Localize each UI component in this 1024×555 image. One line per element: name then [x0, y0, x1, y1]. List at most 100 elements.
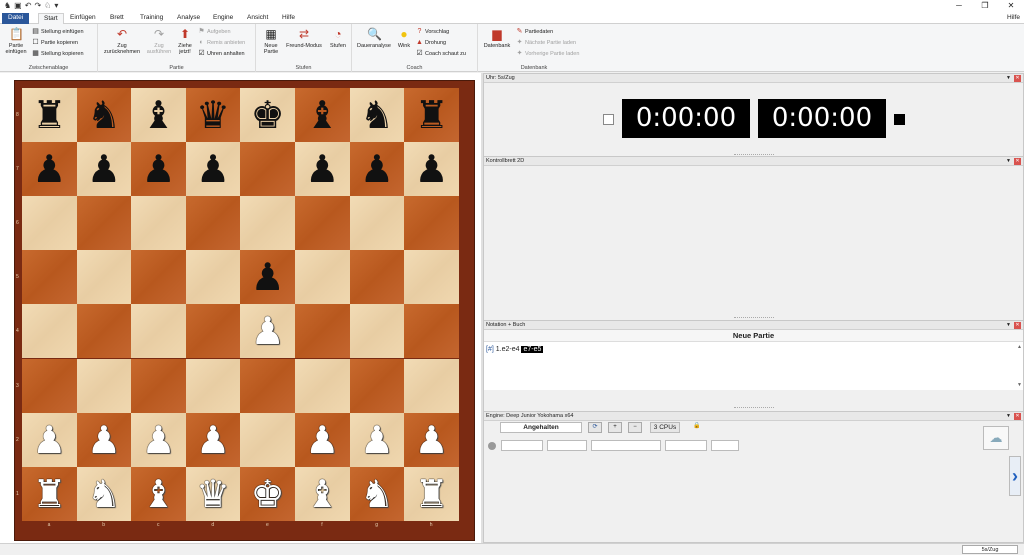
square-g6[interactable] [349, 196, 405, 251]
square-d3[interactable] [185, 358, 241, 413]
scroll-up-icon[interactable]: ▲ [1017, 344, 1022, 350]
undo-icon[interactable]: ↶ [25, 1, 32, 11]
black-pawn-icon[interactable]: ♟ [295, 142, 350, 196]
square-b6[interactable] [76, 196, 132, 251]
load-prev-game-button[interactable]: ✦ Vorherige Partie laden [516, 50, 580, 58]
expand-arrow-icon[interactable]: › [1009, 456, 1021, 496]
square-g5[interactable] [349, 250, 405, 305]
stop-clocks-checkbox[interactable]: ☑ Uhren anhalten [198, 50, 244, 58]
square-c6[interactable] [131, 196, 186, 251]
close-icon[interactable]: ✕ [998, 0, 1024, 12]
square-g3[interactable] [349, 358, 405, 413]
black-king-icon[interactable]: ♚ [240, 88, 295, 142]
black-knight-icon[interactable]: ♞ [350, 88, 405, 142]
black-rook-icon[interactable]: ♜ [22, 88, 77, 142]
black-pawn-icon[interactable]: ♟ [22, 142, 77, 196]
white-pawn-icon[interactable]: ♟ [350, 413, 405, 467]
resign-button[interactable]: ⚑ Aufgeben [198, 28, 230, 36]
tab-help[interactable]: Hilfe [282, 13, 295, 24]
offer-draw-button[interactable]: ◐ Remis anbieten [198, 39, 245, 47]
engine-start-icon[interactable]: ⟳ [588, 422, 602, 433]
square-b4[interactable] [76, 304, 132, 359]
paste-game-button[interactable]: 📋 Partie einfügen [3, 27, 29, 55]
square-c5[interactable] [131, 250, 186, 305]
square-c4[interactable] [131, 304, 186, 359]
square-d5[interactable] [185, 250, 241, 305]
pane-menu-icon[interactable]: ▼ [1006, 158, 1011, 165]
tab-insert[interactable]: Einfügen [70, 13, 96, 24]
white-pawn-icon[interactable]: ♟ [186, 413, 241, 467]
square-f6[interactable] [295, 196, 350, 251]
white-rook-icon[interactable]: ♜ [404, 467, 459, 521]
square-c3[interactable] [131, 358, 186, 413]
white-bishop-icon[interactable]: ♝ [131, 467, 186, 521]
resize-grip[interactable] [734, 407, 774, 409]
database-button[interactable]: ▆ Datenbank [480, 27, 514, 49]
pane-close-icon[interactable]: ✕ [1014, 413, 1021, 420]
black-pawn-icon[interactable]: ♟ [131, 142, 186, 196]
square-d6[interactable] [185, 196, 241, 251]
tab-start[interactable]: Start [38, 13, 64, 24]
square-e6[interactable] [240, 196, 295, 251]
square-b5[interactable] [76, 250, 132, 305]
move-now-button[interactable]: ⬆ Ziehe jetzt! [174, 27, 196, 55]
zoom-out-icon[interactable]: − [628, 422, 642, 433]
square-f3[interactable] [295, 358, 350, 413]
square-a4[interactable] [22, 304, 77, 359]
square-f4[interactable] [295, 304, 350, 359]
black-pawn-icon[interactable]: ♟ [350, 142, 405, 196]
chess-icon[interactable]: ♘ [44, 1, 51, 11]
hint-button[interactable]: ● Wink [395, 27, 413, 49]
dropdown-icon[interactable]: ▾ [54, 1, 58, 11]
tab-board[interactable]: Brett [110, 13, 124, 24]
tab-training[interactable]: Training [140, 13, 163, 24]
coach-watches-checkbox[interactable]: ☑ Coach schaut zu [416, 50, 466, 58]
black-pawn-icon[interactable]: ♟ [240, 250, 295, 304]
move-e4[interactable]: 1.e2-e4 [496, 346, 520, 353]
replay-button[interactable]: ↷ Zug ausführen [144, 27, 174, 55]
tab-analysis[interactable]: Analyse [177, 13, 200, 24]
book-marker[interactable]: [#] [486, 346, 494, 353]
white-pawn-icon[interactable]: ♟ [404, 413, 459, 467]
copy-game-button[interactable]: ☐ Partie kopieren [32, 39, 78, 47]
white-knight-icon[interactable]: ♞ [77, 467, 132, 521]
threat-button[interactable]: ▲ Drohung [416, 39, 446, 47]
white-pawn-icon[interactable]: ♟ [295, 413, 350, 467]
minimize-icon[interactable]: ─ [946, 0, 972, 12]
white-pawn-icon[interactable]: ♟ [240, 304, 295, 358]
game-data-button[interactable]: ✎ Partiedaten [516, 28, 554, 36]
lock-icon[interactable]: 🔒 [690, 422, 704, 433]
white-rook-icon[interactable]: ♜ [22, 467, 77, 521]
load-next-game-button[interactable]: ✦ Nächste Partie laden [516, 39, 577, 47]
redo-icon[interactable]: ↷ [34, 1, 41, 11]
black-pawn-icon[interactable]: ♟ [186, 142, 241, 196]
new-game-button[interactable]: ▦ Neue Partie [258, 27, 284, 55]
pane-menu-icon[interactable]: ▼ [1006, 75, 1011, 82]
move-e5-current[interactable]: e7-e5 [521, 346, 544, 353]
square-f5[interactable] [295, 250, 350, 305]
tab-view[interactable]: Ansicht [247, 13, 268, 24]
pane-menu-icon[interactable]: ▼ [1006, 322, 1011, 329]
square-e2[interactable] [240, 412, 295, 467]
black-pawn-icon[interactable]: ♟ [404, 142, 459, 196]
help-link[interactable]: Hilfe [1007, 13, 1020, 23]
square-a3[interactable] [22, 358, 77, 413]
levels-button[interactable]: ◔ Stufen [326, 27, 350, 49]
square-g4[interactable] [349, 304, 405, 359]
friend-mode-button[interactable]: ⇄ Freund-Modus [284, 27, 324, 49]
square-a6[interactable] [22, 196, 77, 251]
square-b3[interactable] [76, 358, 132, 413]
white-knight-icon[interactable]: ♞ [350, 467, 405, 521]
square-h6[interactable] [404, 196, 459, 251]
black-knight-icon[interactable]: ♞ [77, 88, 132, 142]
square-d4[interactable] [185, 304, 241, 359]
pane-close-icon[interactable]: ✕ [1014, 322, 1021, 329]
white-bishop-icon[interactable]: ♝ [295, 467, 350, 521]
resize-grip[interactable] [734, 317, 774, 319]
zoom-in-icon[interactable]: + [608, 422, 622, 433]
tab-engine[interactable]: Engine [213, 13, 233, 24]
paste-position-button[interactable]: ▤ Stellung einfügen [32, 28, 83, 36]
pane-menu-icon[interactable]: ▼ [1006, 413, 1011, 420]
square-h5[interactable] [404, 250, 459, 305]
black-bishop-icon[interactable]: ♝ [131, 88, 186, 142]
